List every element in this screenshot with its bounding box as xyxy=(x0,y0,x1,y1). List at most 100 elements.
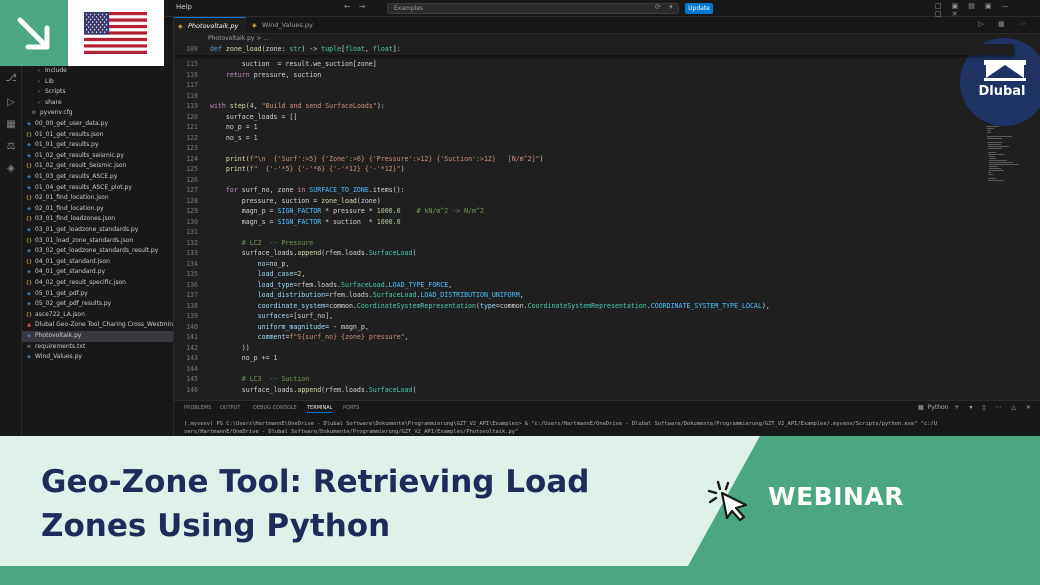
code-line[interactable]: 136 load_type=rfem.loads.SurfaceLoad.LOA… xyxy=(174,280,1014,291)
explorer-item[interactable]: ◈ 03_02_get_loadzone_standards_result.py xyxy=(22,246,173,257)
terminal-line: (.myvenv) PS C:\Users\HartmannE\OneDrive… xyxy=(184,421,937,427)
explorer-item-label: 03_02_get_loadzone_standards_result.py xyxy=(35,247,159,255)
window-controls[interactable]: □▣▤▣—□✕ xyxy=(935,2,1040,18)
explorer-item[interactable]: {} 01_01_get_results.json xyxy=(22,130,173,141)
panel-tab-output[interactable]: OUTPUT xyxy=(220,405,240,411)
code-line[interactable]: 138 coordinate_system=common.CoordinateS… xyxy=(174,301,1014,312)
code-text: # LC2 -- Pressure xyxy=(241,238,314,247)
explorer-item[interactable]: ◈ Wind_Values.py xyxy=(22,352,173,363)
explorer-item[interactable]: › Include xyxy=(22,66,173,77)
breadcrumb[interactable]: Photovoltaik.py > ... xyxy=(174,34,1040,44)
line-number: 135 xyxy=(186,270,198,278)
explorer-item[interactable]: ◈ 01_04_get_results_ASCE_plot.py xyxy=(22,183,173,194)
code-line[interactable]: 131 xyxy=(174,227,1014,238)
code-line[interactable]: 141 comment=f"S{surf_no} {zone} pressure… xyxy=(174,332,1014,343)
code-line[interactable]: 146 surface_loads.append(rfem.loads.Surf… xyxy=(174,385,1014,396)
explorer-item[interactable]: ◈ 03_01_get_loadzone_standards.py xyxy=(22,225,173,236)
menu-help[interactable]: Help xyxy=(176,3,192,11)
code-line[interactable]: 137 load_distribution=rfem.loads.Surface… xyxy=(174,290,1014,301)
minimap-line xyxy=(988,144,1001,145)
explorer-item[interactable]: {} asce722_LA.json xyxy=(22,310,173,321)
tab-photovoltaik[interactable]: ◈ Photovoltaik.py xyxy=(174,17,246,34)
explorer-item[interactable]: ◈ 05_01_get_pdf.py xyxy=(22,289,173,300)
explorer-item[interactable]: {} 01_02_get_result_Seismic.json xyxy=(22,161,173,172)
tab-wind-values[interactable]: ◈ Wind_Values.py xyxy=(248,17,318,34)
panel-tab-ports[interactable]: PORTS xyxy=(343,405,359,411)
code-line[interactable]: 133 surface_loads.append(rfem.loads.Surf… xyxy=(174,248,1014,259)
code-line[interactable]: 126 xyxy=(174,175,1014,186)
explorer-item[interactable]: › share xyxy=(22,98,173,109)
us-flag-icon[interactable] xyxy=(84,12,147,54)
code-line[interactable]: 127 for surf_no, zone in SURFACE_TO_ZONE… xyxy=(174,185,1014,196)
explorer-item[interactable]: ◈ 01_03_get_results_ASCE.py xyxy=(22,172,173,183)
explorer-item[interactable]: {} 04_01_get_standard.json xyxy=(22,257,173,268)
code-line[interactable]: 124 print(f"\n {'Surf':>5} {'Zone':>6} {… xyxy=(174,154,1014,165)
explorer-item[interactable]: › Lib xyxy=(22,77,173,88)
code-text: return pressure, suction xyxy=(225,70,322,79)
nav-arrows[interactable]: ←→ xyxy=(344,2,373,11)
explorer-item[interactable]: ▲ Dlubal Geo-Zone Tool_Charing Cross_West… xyxy=(22,320,173,331)
explorer-item[interactable]: ◈ 00_00_get_user_data.py xyxy=(22,119,173,130)
explorer-item[interactable]: ◈ 01_02_get_results_seismic.py xyxy=(22,151,173,162)
explorer-item[interactable]: ≡ requirements.txt xyxy=(22,342,173,353)
run-debug-icon[interactable]: ▷ xyxy=(5,97,17,109)
code-editor[interactable]: 108 def zone_load(zone: str) -> tuple[flo… xyxy=(174,44,1040,400)
command-center-search[interactable]: Examples xyxy=(387,3,679,14)
code-line[interactable]: 125 print(f" {'-'*5} {'-'*6} {'-'*12} {'… xyxy=(174,164,1014,175)
explorer-item[interactable]: ◈ Photovoltaik.py xyxy=(22,331,173,342)
code-line[interactable]: 119 with step(4, "Build and send SurfaceL… xyxy=(174,101,1014,112)
testing-icon[interactable]: ⚖ xyxy=(5,141,17,153)
code-line[interactable]: 145 # LC3 -- Suction xyxy=(174,374,1014,385)
explorer-item-label: Scripts xyxy=(45,88,66,96)
minimap-line xyxy=(989,162,1013,163)
explorer-item[interactable]: {} 04_02_get_result_specific.json xyxy=(22,278,173,289)
code-line[interactable]: 132 # LC2 -- Pressure xyxy=(174,238,1014,249)
explorer-item[interactable]: ⚙ pyvenv.cfg xyxy=(22,108,173,119)
code-line[interactable]: 143 no_p += 1 xyxy=(174,353,1014,364)
code-line[interactable]: 134 no=no_p, xyxy=(174,259,1014,270)
explorer-item-label: 04_01_get_standard.py xyxy=(35,268,106,276)
explorer-item[interactable]: {} 03_01_load_zone_standards.json xyxy=(22,236,173,247)
update-button[interactable]: Update xyxy=(685,3,713,14)
code-line[interactable]: 144 xyxy=(174,364,1014,375)
explorer-item[interactable]: ◈ 05_02_get_pdf_results.py xyxy=(22,299,173,310)
code-line[interactable]: 142 )) xyxy=(174,343,1014,354)
explorer-item[interactable]: {} 03_01_find_loadzones.json xyxy=(22,214,173,225)
code-line[interactable]: 123 xyxy=(174,143,1014,154)
code-line[interactable]: 120 surface_loads = [] xyxy=(174,112,1014,123)
line-number: 137 xyxy=(186,291,198,299)
sticky-scroll-line[interactable]: 108 def zone_load(zone: str) -> tuple[flo… xyxy=(174,44,1014,55)
explorer-item[interactable]: ◈ 02_01_find_location.py xyxy=(22,204,173,215)
source-control-icon[interactable]: ⎇ xyxy=(5,73,17,85)
search-label: Examples xyxy=(394,5,424,12)
explorer-item[interactable]: › Scripts xyxy=(22,87,173,98)
code-text: pressure, suction = zone_load(zone) xyxy=(210,196,381,205)
terminal-actions[interactable]: ▦Python + ▾ ▯ ⋯ △ ✕ xyxy=(918,404,1035,411)
code-line[interactable]: 128 pressure, suction = zone_load(zone) xyxy=(174,196,1014,207)
code-line[interactable]: 118 xyxy=(174,91,1014,102)
code-line[interactable]: 129 magn_p = SIGN_FACTOR * pressure * 10… xyxy=(174,206,1014,217)
copilot-icon[interactable]: ⟳ ▾ xyxy=(655,3,676,11)
code-line[interactable]: 116 return pressure, suction xyxy=(174,70,1014,81)
code-line[interactable]: 140 uniform_magnitude= - magn_p, xyxy=(174,322,1014,333)
code-line[interactable]: 135 load_case=2, xyxy=(174,269,1014,280)
code-text: comment=f"S{surf_no} {zone} pressure", xyxy=(257,333,409,341)
python-icon[interactable]: ◈ xyxy=(5,163,17,175)
panel-tab-terminal[interactable]: TERMINAL xyxy=(307,405,333,413)
explorer-item[interactable]: {} 02_01_find_location.json xyxy=(22,193,173,204)
line-number: 131 xyxy=(186,228,198,236)
panel-tab-debug-console[interactable]: DEBUG CONSOLE xyxy=(253,405,297,411)
json-icon: {} xyxy=(25,258,33,265)
terminal-line: sers/HartmannE/OneDrive - Dlubal Softwar… xyxy=(184,429,519,435)
panel-tab-problems[interactable]: PROBLEMS xyxy=(184,405,211,411)
explorer-item[interactable]: ◈ 01_01_get_results.py xyxy=(22,140,173,151)
extensions-icon[interactable]: ▦ xyxy=(5,119,17,131)
code-line[interactable]: 121 no_p = 1 xyxy=(174,122,1014,133)
code-line[interactable]: 139 surfaces=[surf_no], xyxy=(174,311,1014,322)
code-line[interactable]: 130 magn_s = SIGN_FACTOR * suction * 100… xyxy=(174,217,1014,228)
code-line[interactable]: 115 suction = result.we_suction[zone] xyxy=(174,59,1014,70)
explorer-item[interactable]: ◈ 04_01_get_standard.py xyxy=(22,267,173,278)
editor-actions[interactable]: ▷ ▦ ⋯ xyxy=(979,20,1032,28)
code-line[interactable]: 117 xyxy=(174,80,1014,91)
code-line[interactable]: 122 no_s = 1 xyxy=(174,133,1014,144)
